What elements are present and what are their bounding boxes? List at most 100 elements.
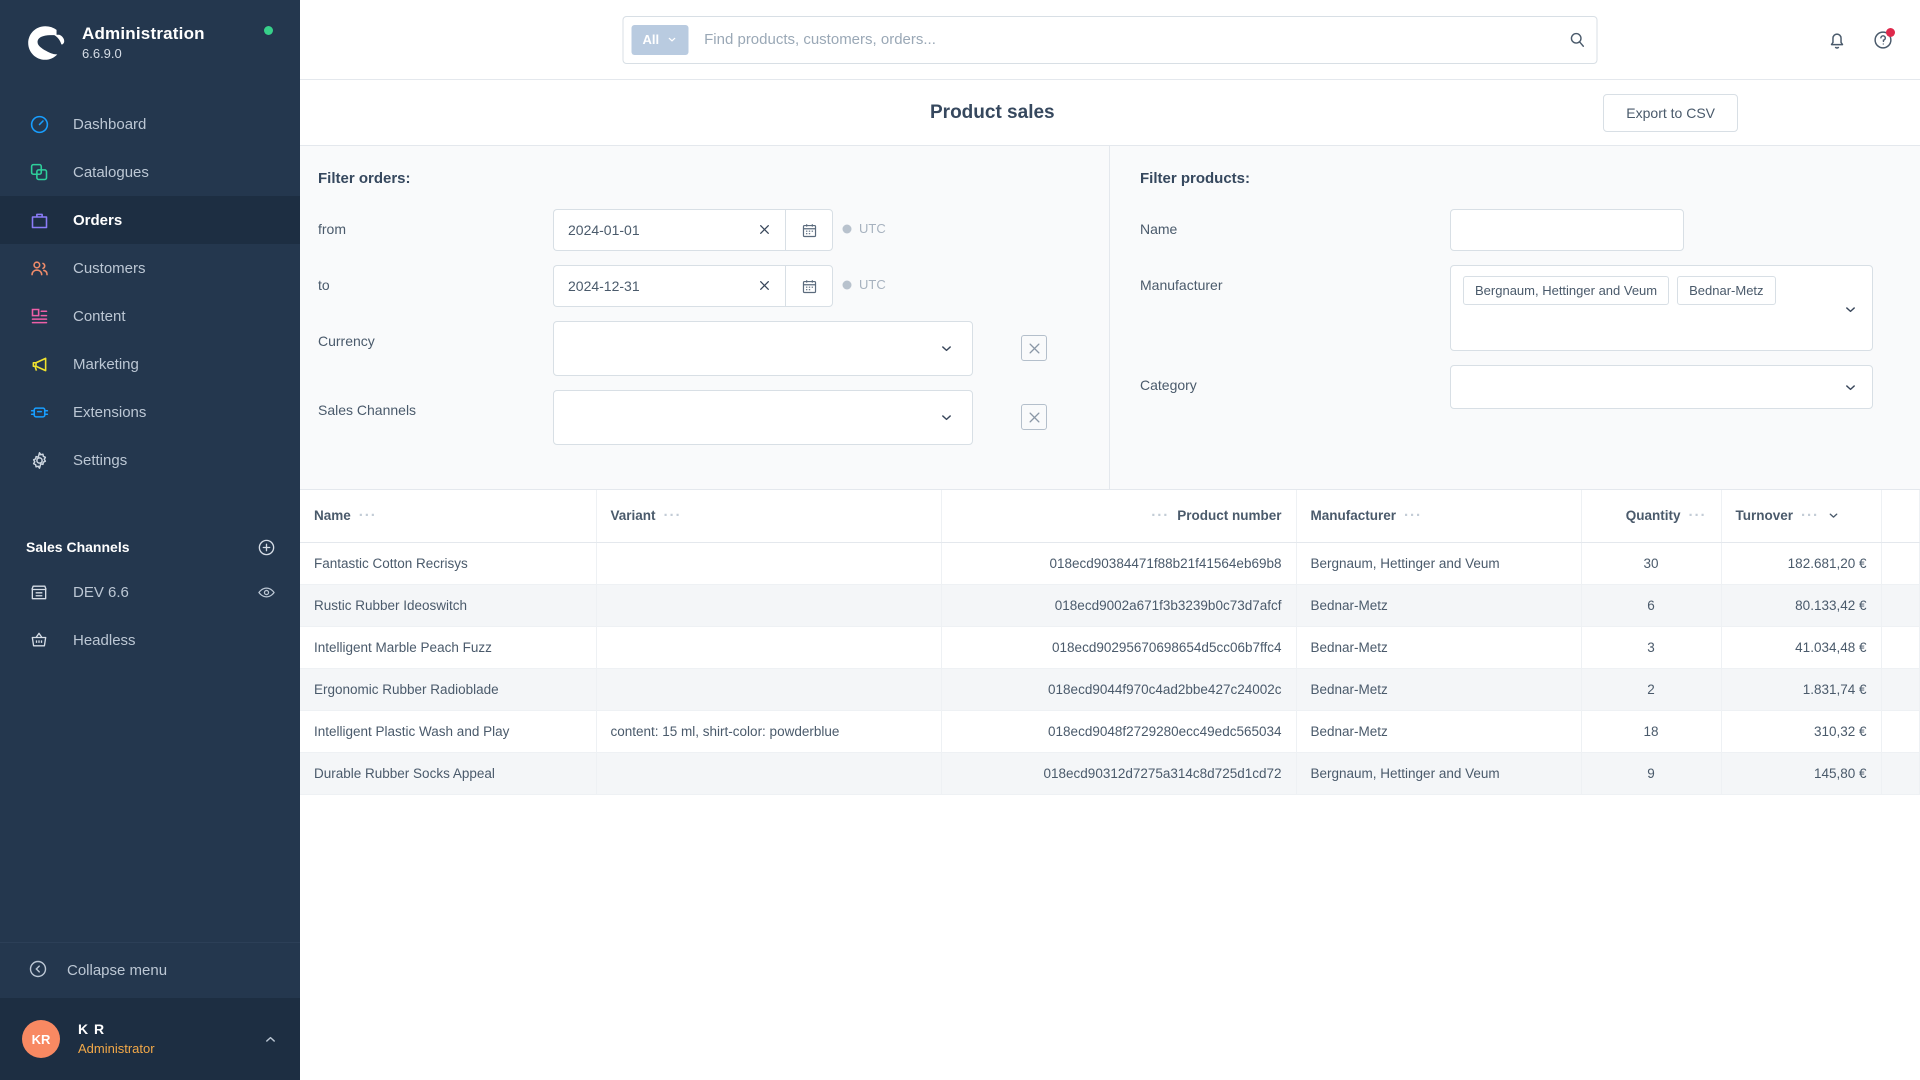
chevron-down-icon	[1846, 384, 1855, 390]
cell-manufacturer: Bednar-Metz	[1296, 626, 1582, 669]
table-row[interactable]: Fantastic Cotton Recrisys 018ecd90384471…	[300, 542, 1920, 585]
plus-circle-icon[interactable]	[257, 538, 276, 557]
filter-currency-label: Currency	[318, 333, 375, 349]
cell-spacer	[1881, 668, 1920, 711]
cell-spacer	[1881, 584, 1920, 627]
to-date-field[interactable]: 2024-12-31	[553, 265, 785, 307]
category-select[interactable]	[1450, 365, 1873, 409]
sidebar-item-marketing[interactable]: Marketing	[0, 340, 300, 388]
sidebar-item-content[interactable]: Content	[0, 292, 300, 340]
column-header-variant[interactable]: Variant ···	[596, 490, 942, 543]
table-row[interactable]: Intelligent Marble Peach Fuzz 018ecd9029…	[300, 626, 1920, 669]
basket-icon	[26, 627, 52, 653]
table-row[interactable]: Intelligent Plastic Wash and Play conten…	[300, 710, 1920, 753]
cell-manufacturer: Bednar-Metz	[1296, 668, 1582, 711]
collapse-menu-label: Collapse menu	[67, 962, 168, 979]
from-date-value: 2024-01-01	[568, 222, 640, 238]
cell-turnover: 310,32 €	[1721, 710, 1882, 753]
currency-clear-button[interactable]	[1021, 335, 1047, 361]
chevron-up-icon[interactable]	[263, 1032, 278, 1047]
product-name-input[interactable]	[1450, 209, 1684, 251]
sidebar: Administration 6.6.9.0 Dashboard Catalog…	[0, 0, 300, 1080]
column-menu-icon[interactable]: ···	[1689, 508, 1707, 523]
filter-to-label: to	[318, 277, 330, 293]
sidebar-item-orders[interactable]: Orders	[0, 196, 300, 244]
filter-category-row: Category	[1140, 365, 1894, 409]
close-icon[interactable]	[754, 222, 775, 239]
dashboard-icon	[26, 111, 52, 137]
sales-channels-clear-button[interactable]	[1021, 404, 1047, 430]
manufacturer-multiselect[interactable]: Bergnaum, Hettinger and Veum Bednar-Metz	[1450, 265, 1873, 351]
cell-manufacturer: Bednar-Metz	[1296, 584, 1582, 627]
column-menu-icon[interactable]: ···	[1151, 508, 1169, 523]
user-name: K R	[78, 1021, 106, 1037]
sort-chevron-down-icon[interactable]	[1827, 509, 1840, 522]
sales-channel-headless[interactable]: Headless	[0, 616, 300, 664]
extensions-icon	[26, 399, 52, 425]
table-body: Fantastic Cotton Recrisys 018ecd90384471…	[300, 542, 1920, 795]
table-row[interactable]: Durable Rubber Socks Appeal 018ecd90312d…	[300, 752, 1920, 795]
eye-icon[interactable]	[257, 583, 276, 602]
sidebar-item-catalogues[interactable]: Catalogues	[0, 148, 300, 196]
sidebar-item-customers[interactable]: Customers	[0, 244, 300, 292]
cell-product-number: 018ecd9048f2729280ecc49edc565034	[941, 710, 1297, 753]
currency-select[interactable]	[553, 321, 973, 376]
product-sales-table: Name ··· Variant ··· ··· Product number Man…	[300, 490, 1920, 795]
cell-manufacturer: Bergnaum, Hettinger and Veum	[1296, 752, 1582, 795]
column-menu-icon[interactable]: ···	[359, 508, 377, 523]
search-icon[interactable]	[1568, 30, 1587, 49]
column-header-name[interactable]: Name ···	[300, 490, 597, 543]
manufacturer-chip[interactable]: Bergnaum, Hettinger and Veum	[1463, 276, 1670, 305]
help-circle-icon[interactable]	[1872, 27, 1895, 51]
table-row[interactable]: Rustic Rubber Ideoswitch 018ecd9002a671f…	[300, 584, 1920, 627]
chevron-down-icon	[668, 37, 675, 42]
manufacturer-chip[interactable]: Bednar-Metz	[1677, 276, 1776, 305]
bell-icon[interactable]	[1826, 29, 1848, 51]
cell-product-number: 018ecd9044f970c4ad2bbe427c24002c	[941, 668, 1297, 711]
sidebar-item-extensions[interactable]: Extensions	[0, 388, 300, 436]
column-menu-icon[interactable]: ···	[664, 508, 682, 523]
cell-turnover: 41.034,48 €	[1721, 626, 1882, 669]
chevron-down-icon[interactable]	[1843, 302, 1858, 322]
brand-header[interactable]: Administration 6.6.9.0	[0, 0, 300, 86]
column-label: Name	[314, 508, 351, 524]
page-title: Product sales	[930, 101, 1055, 123]
cell-name: Ergonomic Rubber Radioblade	[300, 668, 597, 711]
collapse-menu-button[interactable]: Collapse menu	[0, 942, 300, 998]
column-menu-icon[interactable]: ···	[1404, 508, 1422, 523]
sales-channels-select[interactable]	[553, 390, 973, 445]
column-header-quantity[interactable]: Quantity ···	[1581, 490, 1722, 543]
status-dot	[264, 26, 273, 35]
filter-name-label: Name	[1140, 221, 1178, 237]
topbar-actions	[1826, 27, 1895, 51]
search-scope-selector[interactable]: All	[631, 24, 689, 55]
main-content: All Find products, customers, orders... …	[300, 0, 1920, 1080]
close-icon[interactable]	[754, 278, 775, 295]
from-date-field[interactable]: 2024-01-01	[553, 209, 785, 251]
search-input[interactable]	[688, 31, 1568, 48]
column-menu-icon[interactable]: ···	[1801, 508, 1819, 523]
sales-channel-dev-6-6[interactable]: DEV 6.6	[0, 568, 300, 616]
cell-name: Intelligent Marble Peach Fuzz	[300, 626, 597, 669]
cell-spacer	[1881, 752, 1920, 795]
sidebar-item-label: Marketing	[73, 355, 139, 373]
column-header-product-number[interactable]: ··· Product number	[941, 490, 1297, 543]
global-search[interactable]: All	[622, 15, 1598, 64]
cell-name: Rustic Rubber Ideoswitch	[300, 584, 597, 627]
export-to-csv-button[interactable]: Export to CSV	[1603, 93, 1738, 132]
column-header-manufacturer[interactable]: Manufacturer ···	[1296, 490, 1582, 543]
cell-quantity: 30	[1581, 542, 1722, 585]
cell-manufacturer: Bergnaum, Hettinger and Veum	[1296, 542, 1582, 585]
filter-orders-title: Filter orders:	[318, 170, 411, 187]
to-calendar-icon[interactable]	[785, 265, 833, 307]
customers-icon	[26, 255, 52, 281]
filter-name-row: Name	[1140, 209, 1894, 251]
table-row[interactable]: Ergonomic Rubber Radioblade 018ecd9044f9…	[300, 668, 1920, 711]
user-menu[interactable]: KR K R Administrator	[0, 998, 300, 1080]
column-header-turnover[interactable]: Turnover ···	[1721, 490, 1882, 543]
sidebar-item-dashboard[interactable]: Dashboard	[0, 100, 300, 148]
cell-name: Intelligent Plastic Wash and Play	[300, 710, 597, 753]
sidebar-item-settings[interactable]: Settings	[0, 436, 300, 484]
from-calendar-icon[interactable]	[785, 209, 833, 251]
